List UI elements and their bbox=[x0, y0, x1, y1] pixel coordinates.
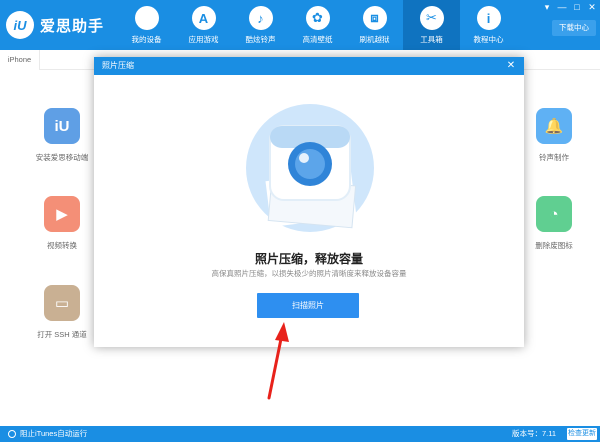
top-bar: iU 爱思助手 我的设备 A 应用游戏 ♪ 酷炫铃声 ✿ 高清壁纸 ⧈ 刷机越狱 ✂ 工具箱 i 教程中… bbox=[0, 0, 600, 50]
stop-circle-icon bbox=[8, 430, 16, 438]
red-arrow-annotation bbox=[267, 322, 289, 400]
nav-item-7[interactable]: i 教程中心 bbox=[460, 0, 517, 50]
dialog-description: 高保真照片压缩，以损失极少的照片清晰度来释放设备容量 bbox=[211, 269, 407, 278]
dialog-header-title: 照片压缩 bbox=[102, 61, 134, 70]
apple-icon bbox=[134, 6, 159, 30]
lens-highlight bbox=[299, 153, 309, 163]
version-label: 版本号：7.11 bbox=[512, 429, 557, 438]
camera-lens-inner bbox=[295, 149, 325, 179]
minimize-icon[interactable]: — bbox=[556, 2, 568, 12]
nav-label: 教程中心 bbox=[473, 35, 504, 44]
dialog-header: 照片压缩 ✕ bbox=[94, 57, 524, 75]
scan-photos-button[interactable]: 扫描照片 bbox=[257, 293, 359, 318]
app-store-icon: A bbox=[191, 6, 216, 30]
logo-mark-icon: iU bbox=[6, 11, 34, 39]
tools-icon: ✂ bbox=[419, 6, 444, 30]
stop-itunes-label: 阻止iTunes自动运行 bbox=[20, 429, 88, 438]
nav-label: 酷炫铃声 bbox=[245, 35, 276, 44]
app-logo: iU 爱思助手 bbox=[6, 8, 110, 42]
photo-compress-illustration bbox=[246, 104, 374, 232]
nav-label: 刷机越狱 bbox=[359, 35, 390, 44]
box-icon: ⧈ bbox=[362, 6, 387, 30]
dialog-title: 照片压缩，释放容量 bbox=[254, 252, 363, 266]
nav-item-2[interactable]: A 应用游戏 bbox=[175, 0, 232, 50]
info-icon: i bbox=[476, 6, 501, 30]
nav-item-1[interactable]: 我的设备 bbox=[118, 0, 175, 50]
maximize-icon[interactable]: □ bbox=[571, 2, 583, 12]
status-bar: 阻止iTunes自动运行 版本号：7.11 检查更新 bbox=[0, 426, 600, 442]
menu-dropdown-icon[interactable]: ▾ bbox=[541, 2, 553, 12]
photo-compress-dialog: 照片压缩 ✕ 照片压缩，释放容量 高保真照片压缩，以损失极少的照片清晰度来释放设… bbox=[94, 57, 524, 347]
nav-item-5[interactable]: ⧈ 刷机越狱 bbox=[346, 0, 403, 50]
nav-label: 我的设备 bbox=[131, 35, 162, 44]
nav-label: 应用游戏 bbox=[188, 35, 219, 44]
app-title: 爱思助手 bbox=[40, 17, 105, 35]
nav-label: 工具箱 bbox=[420, 35, 443, 44]
close-window-icon[interactable]: ✕ bbox=[586, 2, 598, 12]
main-nav: 我的设备 A 应用游戏 ♪ 酷炫铃声 ✿ 高清壁纸 ⧈ 刷机越狱 ✂ 工具箱 i 教程中心 bbox=[118, 0, 517, 50]
flower-icon: ✿ bbox=[305, 6, 330, 30]
nav-item-6[interactable]: ✂ 工具箱 bbox=[403, 0, 460, 50]
nav-label: 高清壁纸 bbox=[302, 35, 333, 44]
nav-item-4[interactable]: ✿ 高清壁纸 bbox=[289, 0, 346, 50]
bell-icon: ♪ bbox=[248, 6, 273, 30]
nav-item-3[interactable]: ♪ 酷炫铃声 bbox=[232, 0, 289, 50]
check-update-button[interactable]: 检查更新 bbox=[567, 428, 597, 440]
download-center-button[interactable]: 下载中心 bbox=[552, 20, 596, 36]
close-icon[interactable]: ✕ bbox=[504, 57, 518, 75]
stop-itunes-toggle[interactable]: 阻止iTunes自动运行 bbox=[8, 426, 87, 442]
